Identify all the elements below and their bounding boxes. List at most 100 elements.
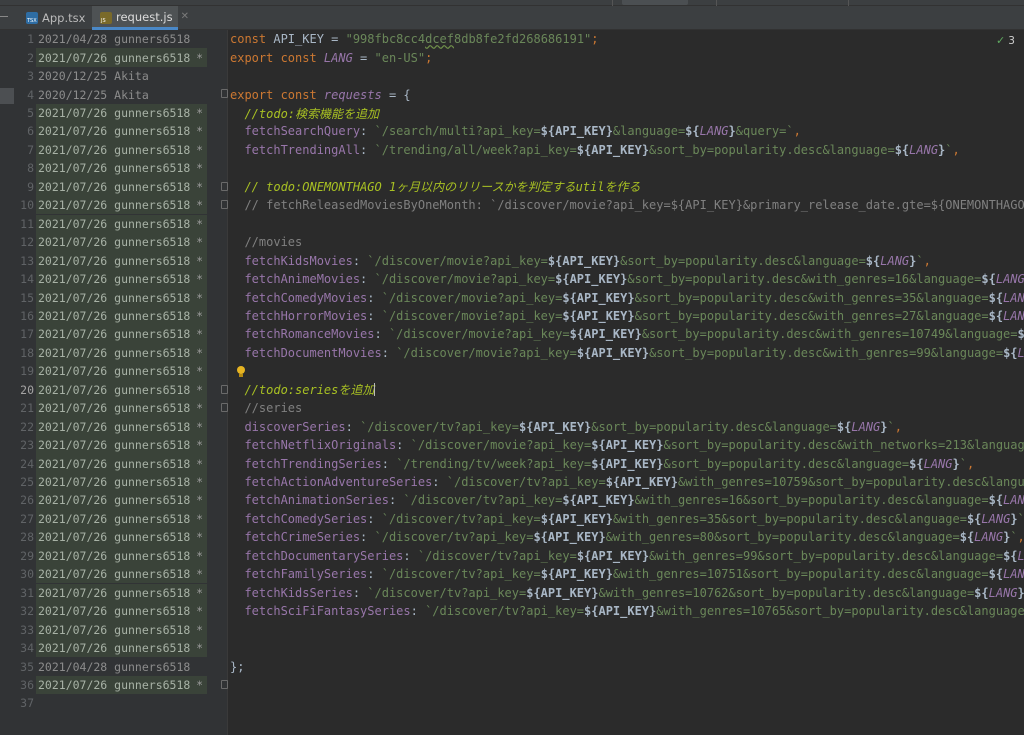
blame-annotation[interactable]: 2021/07/26 gunners6518 *: [36, 675, 207, 695]
gutter-row[interactable]: 1 2021/04/28 gunners6518: [14, 30, 228, 48]
code-line[interactable]: };: [230, 657, 244, 675]
code-line[interactable]: fetchSearchQuery: `/search/multi?api_key…: [230, 122, 800, 140]
tab-app-tsx[interactable]: TSX App.tsx ✕: [18, 6, 102, 30]
gutter-row[interactable]: 19 2021/07/26 gunners6518 *: [14, 362, 228, 381]
gutter-row[interactable]: 7 2021/07/26 gunners6518 *: [14, 140, 228, 160]
code-line[interactable]: fetchTrendingAll: `/trending/all/week?ap…: [230, 141, 959, 159]
code-line[interactable]: //series: [230, 399, 302, 417]
blame-annotation[interactable]: 2021/07/26 gunners6518 *: [36, 565, 207, 584]
blame-annotation[interactable]: 2021/07/26 gunners6518 *: [36, 325, 207, 344]
gutter-row[interactable]: 18 2021/07/26 gunners6518 *: [14, 343, 228, 363]
gutter-row[interactable]: 30 2021/07/26 gunners6518 *: [14, 565, 228, 584]
gutter-row[interactable]: 29 2021/07/26 gunners6518 *: [14, 546, 228, 566]
blame-annotation[interactable]: 2021/07/26 gunners6518 *: [36, 620, 207, 639]
blame-annotation[interactable]: 2021/07/26 gunners6518 *: [36, 399, 207, 418]
code-line[interactable]: fetchRomanceMovies: `/discover/movie?api…: [230, 325, 1024, 343]
gutter-row[interactable]: 17 2021/07/26 gunners6518 *: [14, 325, 228, 344]
code-line[interactable]: //todo:検索機能を追加: [230, 104, 379, 122]
code-line[interactable]: fetchHorrorMovies: `/discover/movie?api_…: [230, 307, 1024, 325]
gutter-row[interactable]: 23 2021/07/26 gunners6518 *: [14, 435, 228, 455]
gutter-row[interactable]: 36 2021/07/26 gunners6518 *: [14, 675, 228, 695]
blame-annotation[interactable]: 2021/07/26 gunners6518 *: [36, 269, 207, 289]
code-line[interactable]: // fetchReleasedMoviesByOneMonth: `/disc…: [230, 196, 1024, 214]
blame-annotation[interactable]: 2021/07/26 gunners6518 *: [36, 509, 207, 529]
gutter-row[interactable]: 12 2021/07/26 gunners6518 *: [14, 232, 228, 252]
blame-annotation[interactable]: 2021/07/26 gunners6518 *: [36, 417, 207, 436]
inspection-widget[interactable]: ✓ 3: [996, 34, 1015, 47]
blame-annotation[interactable]: 2021/07/26 gunners6518 *: [36, 546, 207, 566]
code-line[interactable]: export const LANG = "en-US";: [230, 48, 432, 66]
gutter-row[interactable]: 26 2021/07/26 gunners6518 *: [14, 491, 228, 510]
gutter-row[interactable]: 2 2021/07/26 gunners6518 *: [14, 48, 228, 67]
gutter-row[interactable]: 16 2021/07/26 gunners6518 *: [14, 306, 228, 326]
blame-annotation[interactable]: 2021/07/26 gunners6518 *: [36, 140, 207, 160]
gutter-row[interactable]: 6 2021/07/26 gunners6518 *: [14, 122, 228, 141]
code-line[interactable]: fetchDocumentMovies: `/discover/movie?ap…: [230, 344, 1024, 362]
blame-annotation[interactable]: 2020/12/25 Akita: [36, 67, 207, 85]
fold-marker-icon[interactable]: [221, 403, 228, 412]
gutter-row[interactable]: 35 2021/04/28 gunners6518: [14, 657, 228, 675]
code-line[interactable]: // todo: ONEMONTHAGO 1ヶ月以内のリリースかを判定するutil…: [230, 178, 640, 196]
code-line[interactable]: fetchComedyMovies: `/discover/movie?api_…: [230, 288, 1024, 306]
blame-annotation[interactable]: 2021/07/26 gunners6518 *: [36, 583, 207, 602]
code-line[interactable]: fetchKidsMovies: `/discover/movie?api_ke…: [230, 251, 930, 269]
code-line[interactable]: //todo:seriesを追加: [230, 381, 376, 399]
blame-annotation[interactable]: 2021/07/26 gunners6518 *: [36, 472, 207, 492]
blame-annotation[interactable]: 2021/07/26 gunners6518 *: [36, 232, 207, 252]
code-line[interactable]: const API_KEY = "998fbc8cc4 dcef 8db8fe2fd…: [230, 30, 599, 48]
blame-annotation[interactable]: 2021/07/26 gunners6518 *: [36, 214, 207, 233]
gutter-row[interactable]: 3 2020/12/25 Akita: [14, 67, 228, 85]
gutter-row[interactable]: 8 2021/07/26 gunners6518 *: [14, 159, 228, 178]
code-line[interactable]: fetchAnimationSeries: `/discover/tv?api_…: [230, 491, 1024, 509]
fold-marker-icon[interactable]: [221, 181, 228, 191]
fold-marker-icon[interactable]: [221, 200, 228, 210]
fold-marker-icon[interactable]: [221, 89, 228, 99]
blame-annotation[interactable]: 2021/07/26 gunners6518 *: [36, 528, 207, 547]
gutter-row[interactable]: 14 2021/07/26 gunners6518 *: [14, 269, 228, 289]
code-line[interactable]: export const requests = {: [230, 85, 411, 103]
fold-marker-icon[interactable]: [221, 679, 228, 689]
gutter-row[interactable]: 27 2021/07/26 gunners6518 *: [14, 509, 228, 529]
blame-annotation[interactable]: 2021/07/26 gunners6518 *: [36, 177, 207, 197]
blame-annotation[interactable]: 2021/07/26 gunners6518 *: [36, 601, 207, 621]
code-line[interactable]: discoverSeries: `/discover/tv?api_key= ${…: [230, 417, 902, 435]
blame-annotation[interactable]: 2021/07/26 gunners6518 *: [36, 491, 207, 510]
blame-annotation[interactable]: 2021/04/28 gunners6518: [36, 657, 207, 675]
gutter-row[interactable]: 22 2021/07/26 gunners6518 *: [14, 417, 228, 436]
gutter-row[interactable]: 25 2021/07/26 gunners6518 *: [14, 472, 228, 492]
gutter-row[interactable]: 4 2020/12/25 Akita: [14, 85, 228, 103]
blame-annotation[interactable]: 2021/07/26 gunners6518 *: [36, 454, 207, 473]
gutter-row[interactable]: 31 2021/07/26 gunners6518 *: [14, 583, 228, 602]
gutter-row[interactable]: 24 2021/07/26 gunners6518 *: [14, 454, 228, 473]
gutter-row[interactable]: 33 2021/07/26 gunners6518 *: [14, 620, 228, 639]
blame-annotation[interactable]: 2021/04/28 gunners6518: [36, 30, 207, 48]
blame-annotation[interactable]: 2021/07/26 gunners6518 *: [36, 251, 207, 270]
run-config-button[interactable]: [622, 0, 688, 5]
blame-annotation[interactable]: 2021/07/26 gunners6518 *: [36, 288, 207, 307]
blame-annotation[interactable]: 2021/07/26 gunners6518 *: [36, 122, 207, 141]
blame-annotation[interactable]: 2021/07/26 gunners6518 *: [36, 343, 207, 363]
gutter-row[interactable]: 20 2021/07/26 gunners6518 *: [14, 380, 228, 399]
gutter-row[interactable]: 32 2021/07/26 gunners6518 *: [14, 601, 228, 621]
code-line[interactable]: //movies: [230, 233, 302, 251]
fold-marker-icon[interactable]: [221, 384, 228, 394]
code-line[interactable]: fetchAnimeMovies: `/discover/movie?api_k…: [230, 270, 1024, 288]
code-line[interactable]: fetchComedySeries: `/discover/tv?api_key…: [230, 510, 1024, 528]
code-area[interactable]: const API_KEY = "998fbc8cc4 dcef 8db8fe2fd…: [230, 30, 1024, 735]
code-editor[interactable]: 1 2021/04/28 gunners6518 2 2021/07/26 gunne…: [0, 30, 1024, 735]
code-line[interactable]: fetchSciFiFantasySeries: `/discover/tv?a…: [230, 602, 1024, 620]
code-line[interactable]: fetchNetflixOriginals: `/discover/movie?…: [230, 436, 1024, 454]
gutter-row[interactable]: 13 2021/07/26 gunners6518 *: [14, 251, 228, 270]
blame-annotation[interactable]: 2021/07/26 gunners6518 *: [36, 159, 207, 178]
blame-annotation[interactable]: 2021/07/26 gunners6518 *: [36, 638, 207, 658]
code-line[interactable]: fetchKidsSeries: `/discover/tv?api_key= $…: [230, 584, 1024, 602]
blame-annotation[interactable]: 2021/07/26 gunners6518 *: [36, 435, 207, 455]
gutter-row[interactable]: 11 2021/07/26 gunners6518 *: [14, 214, 228, 233]
code-line[interactable]: fetchTrendingSeries: `/trending/tv/week?…: [230, 454, 974, 472]
blame-annotation[interactable]: 2021/07/26 gunners6518 *: [36, 196, 207, 215]
gutter-row[interactable]: 15 2021/07/26 gunners6518 *: [14, 288, 228, 307]
blame-annotation[interactable]: 2021/07/26 gunners6518 *: [36, 306, 207, 326]
code-line[interactable]: fetchDocumentarySeries: `/discover/tv?ap…: [230, 547, 1024, 565]
tab-request-js[interactable]: JS request.js ✕: [92, 6, 189, 30]
annotate-gutter[interactable]: 1 2021/04/28 gunners6518 2 2021/07/26 gunne…: [14, 30, 228, 735]
